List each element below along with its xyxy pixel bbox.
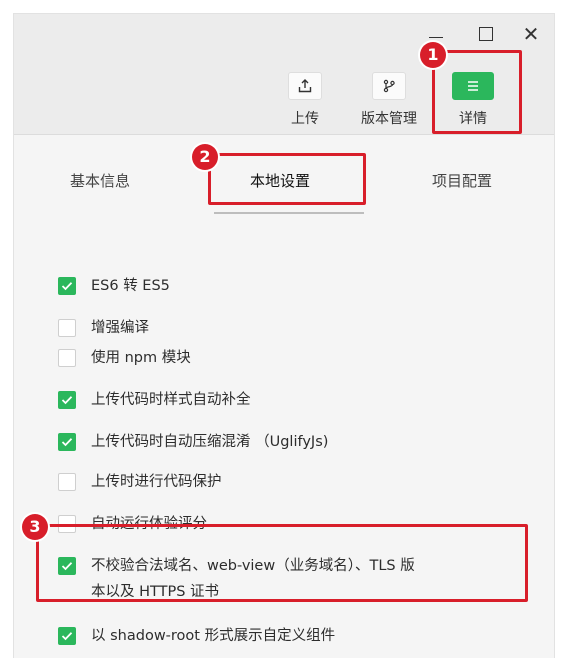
checkbox-checked[interactable] xyxy=(58,433,76,451)
checkmark-icon xyxy=(61,632,73,641)
option-es6-to-es5[interactable]: ES6 转 ES5 xyxy=(58,276,170,296)
highlight-box-local-settings xyxy=(208,153,366,205)
option-label: 增强编译 xyxy=(91,320,149,336)
maximize-button[interactable] xyxy=(472,20,500,48)
close-icon: ✕ xyxy=(522,22,540,46)
checkbox-checked[interactable] xyxy=(58,391,76,409)
upload-label: 上传 xyxy=(291,111,319,127)
highlight-box-domain-check xyxy=(36,524,528,602)
option-label: 上传代码时自动压缩混淆 （UglifyJs) xyxy=(91,434,329,450)
option-npm-module[interactable]: 使用 npm 模块 xyxy=(58,348,191,368)
tab-basic-info[interactable]: 基本信息 xyxy=(70,170,130,191)
option-shadow-root[interactable]: 以 shadow-root 形式展示自定义组件 xyxy=(58,626,335,646)
checkmark-icon xyxy=(61,282,73,291)
close-button[interactable]: ✕ xyxy=(517,20,545,48)
option-label: 以 shadow-root 形式展示自定义组件 xyxy=(91,628,336,644)
tab-project-config[interactable]: 项目配置 xyxy=(432,170,492,191)
upload-icon xyxy=(288,72,322,100)
checkbox-unchecked[interactable] xyxy=(58,473,76,491)
screenshot: ✕ 上传 版本管理 详情 基本信息 本地设置 项目配置 ES6 转 ES5 增强… xyxy=(0,0,566,658)
version-management-label: 版本管理 xyxy=(361,111,417,127)
upload-button[interactable]: 上传 xyxy=(280,72,330,128)
option-label: 上传代码时样式自动补全 xyxy=(91,392,251,408)
checkbox-checked[interactable] xyxy=(58,277,76,295)
option-minify-obfuscate[interactable]: 上传代码时自动压缩混淆 （UglifyJs) xyxy=(58,432,328,452)
option-label: 使用 npm 模块 xyxy=(91,350,191,366)
step-badge-2: 2 xyxy=(192,144,218,170)
option-enhanced-compile[interactable]: 增强编译 xyxy=(58,318,149,338)
checkbox-checked[interactable] xyxy=(58,627,76,645)
checkbox-unchecked[interactable] xyxy=(58,349,76,367)
checkbox-unchecked[interactable] xyxy=(58,319,76,337)
option-style-autocomplete[interactable]: 上传代码时样式自动补全 xyxy=(58,390,251,410)
maximize-icon xyxy=(479,27,493,41)
checkmark-icon xyxy=(61,396,73,405)
version-management-button[interactable]: 版本管理 xyxy=(354,72,424,128)
step-badge-1: 1 xyxy=(420,42,446,68)
checkmark-icon xyxy=(61,438,73,447)
highlight-box-details xyxy=(432,50,522,134)
step-badge-3: 3 xyxy=(22,514,48,540)
option-code-protection[interactable]: 上传时进行代码保护 xyxy=(58,472,222,492)
minimize-icon xyxy=(429,36,443,38)
option-label: ES6 转 ES5 xyxy=(91,278,170,294)
branch-icon xyxy=(372,72,406,100)
active-tab-indicator xyxy=(214,212,364,214)
option-label: 上传时进行代码保护 xyxy=(91,474,222,490)
